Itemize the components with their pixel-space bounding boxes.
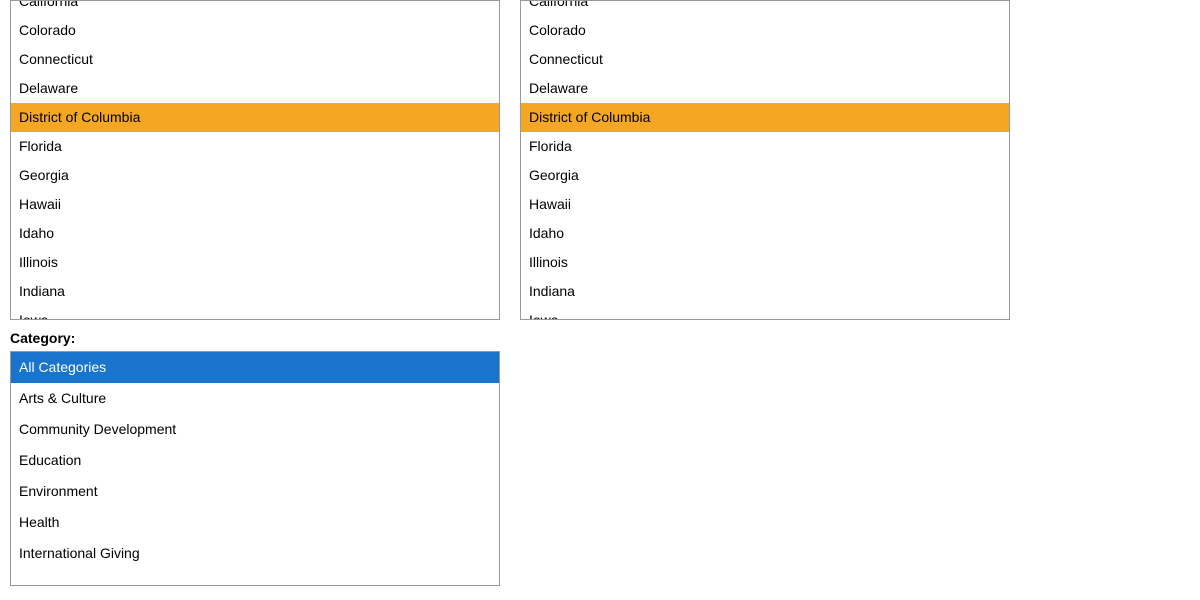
list-item[interactable]: Idaho xyxy=(521,219,1009,248)
category-item[interactable]: Community Development xyxy=(11,414,499,445)
list-item[interactable]: California xyxy=(521,0,1009,16)
list-item[interactable]: Connecticut xyxy=(11,45,499,74)
list-item[interactable]: Iowa xyxy=(521,306,1009,320)
list-item[interactable]: Hawaii xyxy=(521,190,1009,219)
category-list[interactable]: All CategoriesArts & CultureCommunity De… xyxy=(10,351,500,586)
list-item[interactable]: Delaware xyxy=(521,74,1009,103)
category-item[interactable]: Arts & Culture xyxy=(11,383,499,414)
list-item[interactable]: Iowa xyxy=(11,306,499,320)
list-item[interactable]: Delaware xyxy=(11,74,499,103)
list-item[interactable]: California xyxy=(11,0,499,16)
list-item[interactable]: Colorado xyxy=(521,16,1009,45)
category-item[interactable]: Environment xyxy=(11,476,499,507)
list-item[interactable]: District of Columbia xyxy=(521,103,1009,132)
state-list-1[interactable]: AlabamaAlaskaArizonaArkansasCaliforniaCo… xyxy=(10,0,500,320)
category-item[interactable]: All Categories xyxy=(11,352,499,383)
category-item[interactable]: Education xyxy=(11,445,499,476)
list-item[interactable]: Illinois xyxy=(521,248,1009,277)
list-item[interactable]: Connecticut xyxy=(521,45,1009,74)
list-item[interactable]: District of Columbia xyxy=(11,103,499,132)
list-item[interactable]: Illinois xyxy=(11,248,499,277)
lists-row: AlabamaAlaskaArizonaArkansasCaliforniaCo… xyxy=(0,0,1200,320)
list-item[interactable]: Georgia xyxy=(11,161,499,190)
state-list-2[interactable]: AlabamaAlaskaArizonaArkansasCaliforniaCo… xyxy=(520,0,1010,320)
category-item[interactable]: International Giving xyxy=(11,538,499,569)
category-label: Category: xyxy=(10,330,1200,346)
list-item[interactable]: Colorado xyxy=(11,16,499,45)
page-container: AlabamaAlaskaArizonaArkansasCaliforniaCo… xyxy=(0,0,1200,600)
list-item[interactable]: Florida xyxy=(11,132,499,161)
list-item[interactable]: Indiana xyxy=(11,277,499,306)
list-item[interactable]: Idaho xyxy=(11,219,499,248)
category-item[interactable]: Health xyxy=(11,507,499,538)
category-section: Category: All CategoriesArts & CultureCo… xyxy=(0,330,1200,586)
list-item[interactable]: Florida xyxy=(521,132,1009,161)
list-item[interactable]: Indiana xyxy=(521,277,1009,306)
list-item[interactable]: Hawaii xyxy=(11,190,499,219)
list-item[interactable]: Georgia xyxy=(521,161,1009,190)
